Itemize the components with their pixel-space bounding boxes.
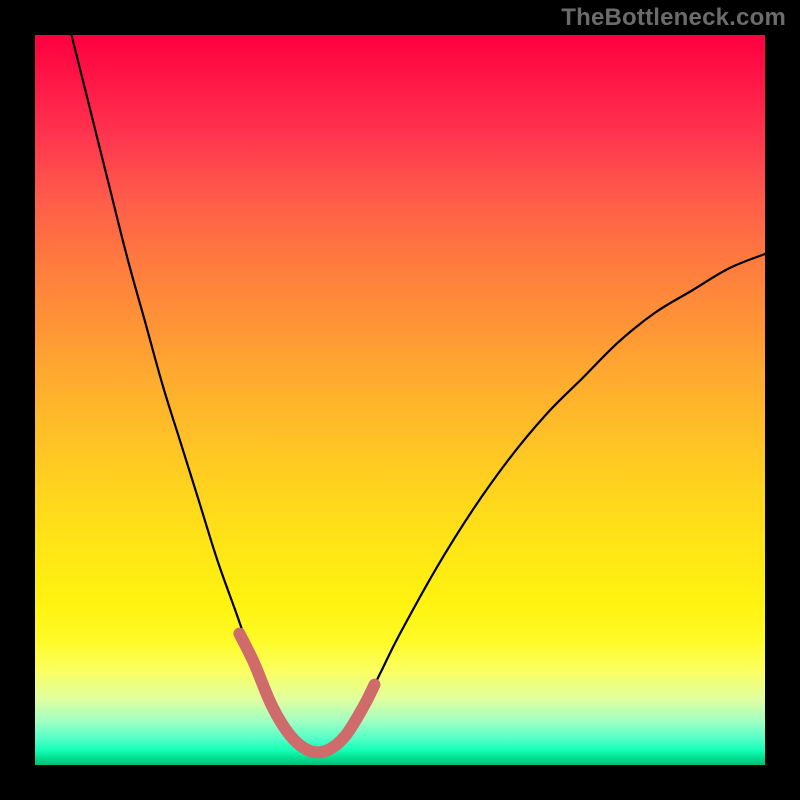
bottleneck-curve	[72, 35, 766, 752]
watermark-text: TheBottleneck.com	[561, 4, 786, 32]
optimal-zone-highlight	[239, 634, 374, 753]
